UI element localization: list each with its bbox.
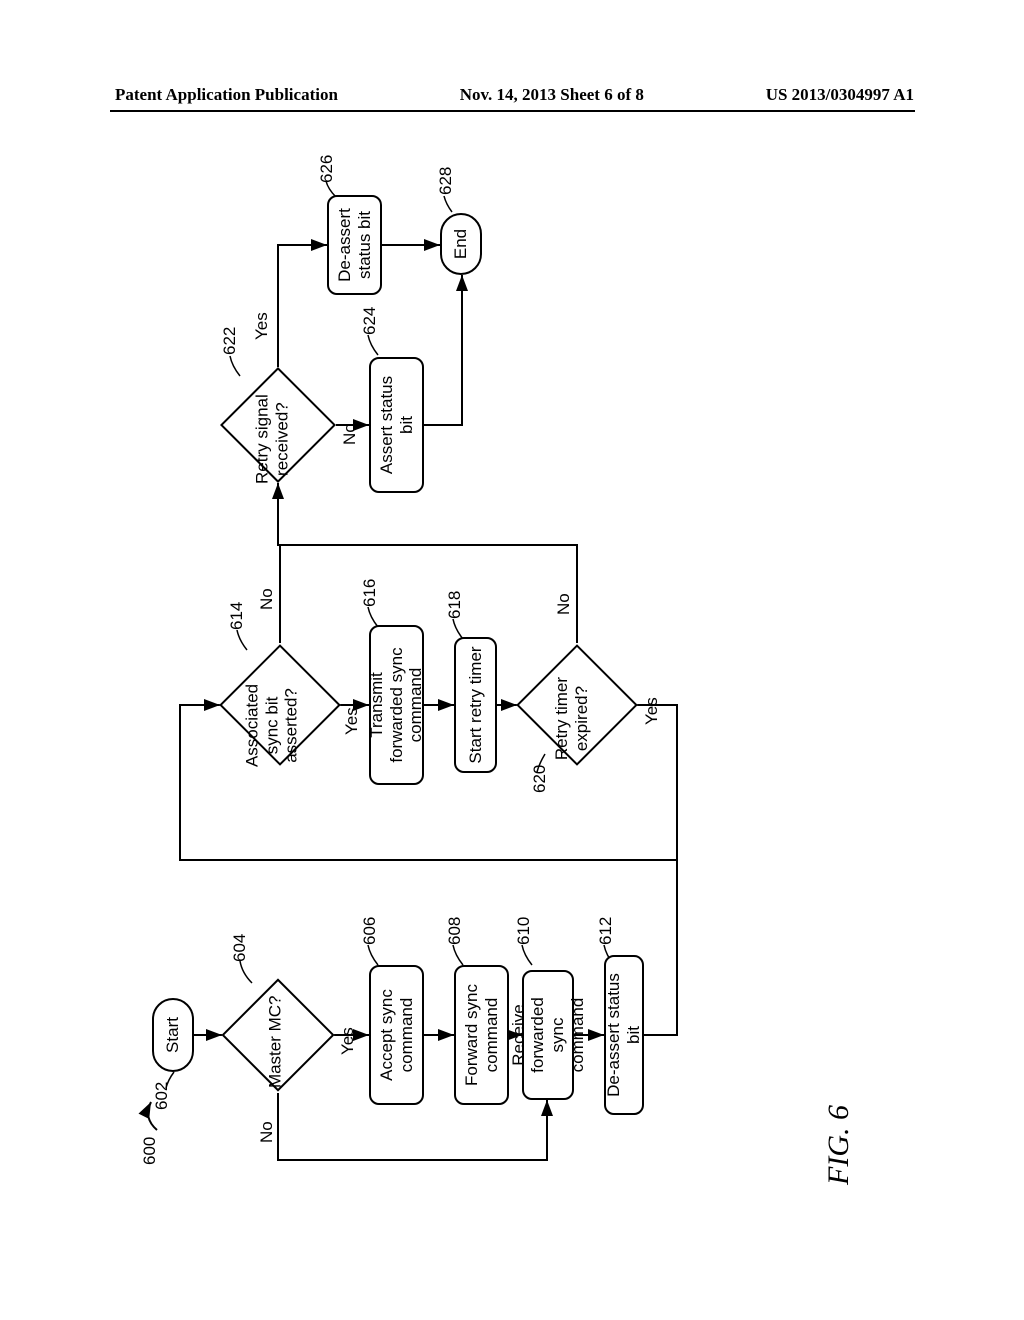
ref-600: 600 bbox=[140, 1137, 160, 1165]
edge-no-620: No bbox=[554, 593, 574, 615]
ref-622: 622 bbox=[220, 327, 240, 355]
ref-628: 628 bbox=[436, 167, 456, 195]
box-accept-sync: Accept sync command bbox=[369, 965, 424, 1105]
box-forward-sync: Forward sync command bbox=[454, 965, 509, 1105]
box-tx-fwd: Transmit forwarded sync command bbox=[369, 625, 424, 785]
header-left: Patent Application Publication bbox=[115, 85, 338, 105]
header-center: Nov. 14, 2013 Sheet 6 of 8 bbox=[460, 85, 644, 105]
figure-label: FIG. 6 bbox=[822, 1105, 856, 1185]
box-start-retry: Start retry timer bbox=[454, 637, 497, 773]
ref-626: 626 bbox=[317, 155, 337, 183]
ref-602: 602 bbox=[152, 1082, 172, 1110]
ref-614: 614 bbox=[227, 602, 247, 630]
box-deassert-1: De-assert status bit bbox=[604, 955, 644, 1115]
ref-616: 616 bbox=[360, 579, 380, 607]
box-assert-status: Assert status bit bbox=[369, 357, 424, 493]
end-terminator: End bbox=[440, 213, 482, 275]
box-recv-fwd: Receive forwarded sync command bbox=[522, 970, 574, 1100]
header-rule bbox=[110, 110, 915, 112]
edge-yes-622: Yes bbox=[252, 312, 272, 340]
edge-no-614: No bbox=[257, 588, 277, 610]
ref-618: 618 bbox=[445, 591, 465, 619]
ref-612: 612 bbox=[596, 917, 616, 945]
edge-yes-614: Yes bbox=[342, 707, 362, 735]
ref-606: 606 bbox=[360, 917, 380, 945]
ref-624: 624 bbox=[360, 307, 380, 335]
start-terminator: Start bbox=[152, 998, 194, 1072]
ref-608: 608 bbox=[445, 917, 465, 945]
edge-yes-604: Yes bbox=[338, 1027, 358, 1055]
edge-no-604: No bbox=[257, 1121, 277, 1143]
ref-620: 620 bbox=[530, 765, 550, 793]
header-right: US 2013/0304997 A1 bbox=[766, 85, 914, 105]
page: Patent Application Publication Nov. 14, … bbox=[0, 0, 1024, 1320]
box-deassert-2: De-assert status bit bbox=[327, 195, 382, 295]
page-header: Patent Application Publication Nov. 14, … bbox=[0, 85, 1024, 105]
flowchart-600: 600 Start 602 Master MC? 604 Yes No Acce… bbox=[122, 155, 902, 1205]
ref-610: 610 bbox=[514, 917, 534, 945]
ref-604: 604 bbox=[230, 934, 250, 962]
edge-no-622: No bbox=[340, 423, 360, 445]
edge-yes-620: Yes bbox=[642, 697, 662, 725]
